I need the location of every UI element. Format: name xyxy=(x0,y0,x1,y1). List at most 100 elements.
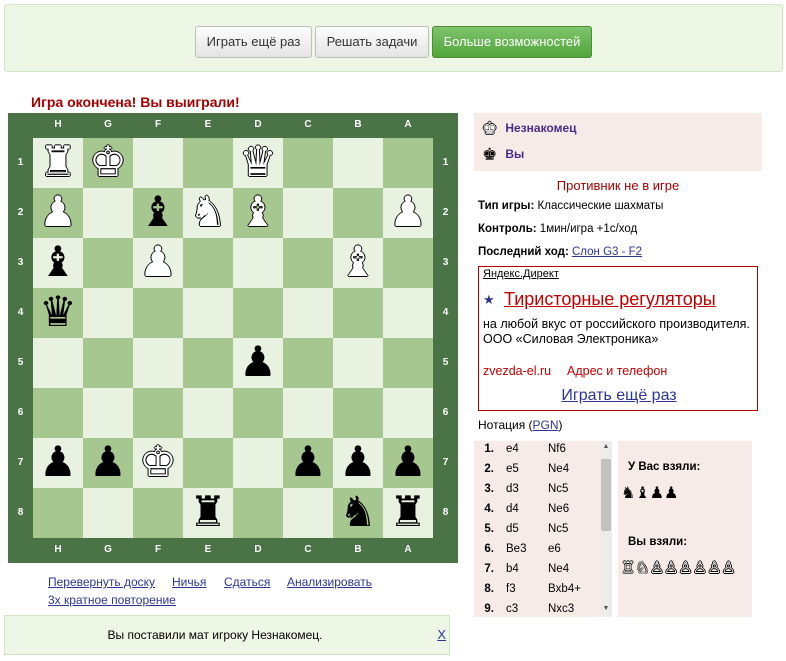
square-c6[interactable] xyxy=(283,388,333,438)
square-f2[interactable]: ♝ xyxy=(133,188,183,238)
more-options-button[interactable]: Больше возможностей xyxy=(432,26,592,58)
white-move[interactable]: f3 xyxy=(506,583,516,595)
square-e3[interactable] xyxy=(183,238,233,288)
black-move[interactable]: Nc5 xyxy=(548,483,568,495)
square-h8[interactable] xyxy=(33,488,83,538)
square-d4[interactable] xyxy=(233,288,283,338)
square-h2[interactable]: ♟ xyxy=(33,188,83,238)
white-piece[interactable]: ♜ xyxy=(33,138,83,188)
square-g6[interactable] xyxy=(83,388,133,438)
black-piece[interactable]: ♟ xyxy=(383,438,433,488)
square-f8[interactable] xyxy=(133,488,183,538)
black-piece[interactable]: ♟ xyxy=(333,438,383,488)
black-piece[interactable]: ♜ xyxy=(183,488,233,538)
black-move[interactable]: Nf6 xyxy=(548,443,566,455)
square-a4[interactable] xyxy=(383,288,433,338)
play-again-button[interactable]: Играть ещё раз xyxy=(195,26,312,58)
draw-link[interactable]: Ничья xyxy=(172,575,206,589)
move-list-scrollbar[interactable]: ▲ ▼ xyxy=(600,441,612,617)
ad-site-link[interactable]: zvezda-el.ru xyxy=(483,364,551,378)
scroll-down-icon[interactable]: ▼ xyxy=(600,605,612,612)
square-d2[interactable]: ♝ xyxy=(233,188,283,238)
ad-source-link[interactable]: Яндекс.Директ xyxy=(483,268,559,280)
square-e4[interactable] xyxy=(183,288,233,338)
white-piece[interactable]: ♝ xyxy=(233,188,283,238)
white-piece[interactable]: ♟ xyxy=(133,238,183,288)
square-f7[interactable]: ♚ xyxy=(133,438,183,488)
black-piece[interactable]: ♟ xyxy=(233,338,283,388)
white-piece[interactable]: ♚ xyxy=(133,438,183,488)
square-a1[interactable] xyxy=(383,138,433,188)
square-a7[interactable]: ♟ xyxy=(383,438,433,488)
ad-play-again-link[interactable]: Играть ещё раз xyxy=(479,387,759,405)
white-move[interactable]: d4 xyxy=(506,503,519,515)
black-piece[interactable]: ♟ xyxy=(33,438,83,488)
square-g7[interactable]: ♟ xyxy=(83,438,133,488)
square-f6[interactable] xyxy=(133,388,183,438)
white-move[interactable]: d5 xyxy=(506,523,519,535)
square-h5[interactable] xyxy=(33,338,83,388)
square-g8[interactable] xyxy=(83,488,133,538)
square-a2[interactable]: ♟ xyxy=(383,188,433,238)
white-piece[interactable]: ♝ xyxy=(333,238,383,288)
square-g2[interactable] xyxy=(83,188,133,238)
black-piece[interactable]: ♟ xyxy=(83,438,133,488)
white-piece[interactable]: ♟ xyxy=(33,188,83,238)
square-e8[interactable]: ♜ xyxy=(183,488,233,538)
square-d8[interactable] xyxy=(233,488,283,538)
chess-board[interactable]: ♜ ♚ ♛ ♟ ♝ ♞ ♝ ♟ ♝ ♟ ♝ ♛ ♟ ♟ ♟ ♚ ♟ ♟ ♟ ♜ ♞ ♜ xyxy=(33,138,433,538)
square-a8[interactable]: ♜ xyxy=(383,488,433,538)
square-c1[interactable] xyxy=(283,138,333,188)
white-piece[interactable]: ♛ xyxy=(233,138,283,188)
square-b2[interactable] xyxy=(333,188,383,238)
black-piece[interactable]: ♞ xyxy=(333,488,383,538)
square-b7[interactable]: ♟ xyxy=(333,438,383,488)
white-piece[interactable]: ♟ xyxy=(383,188,433,238)
flip-board-link[interactable]: Перевернуть доску xyxy=(48,575,155,589)
black-move[interactable]: Ne6 xyxy=(548,503,569,515)
square-f3[interactable]: ♟ xyxy=(133,238,183,288)
white-piece[interactable]: ♞ xyxy=(183,188,233,238)
square-b4[interactable] xyxy=(333,288,383,338)
white-move[interactable]: c3 xyxy=(506,603,518,615)
square-b8[interactable]: ♞ xyxy=(333,488,383,538)
square-e6[interactable] xyxy=(183,388,233,438)
black-move[interactable]: Ne4 xyxy=(548,563,569,575)
black-move[interactable]: e6 xyxy=(548,543,561,555)
square-b6[interactable] xyxy=(333,388,383,438)
scroll-thumb[interactable] xyxy=(601,459,611,531)
white-move[interactable]: e4 xyxy=(506,443,519,455)
square-a5[interactable] xyxy=(383,338,433,388)
pgn-link[interactable]: PGN xyxy=(533,418,559,432)
square-g1[interactable]: ♚ xyxy=(83,138,133,188)
square-c2[interactable] xyxy=(283,188,333,238)
square-g5[interactable] xyxy=(83,338,133,388)
solve-puzzles-button[interactable]: Решать задачи xyxy=(315,26,429,58)
square-c8[interactable] xyxy=(283,488,333,538)
square-a3[interactable] xyxy=(383,238,433,288)
square-b5[interactable] xyxy=(333,338,383,388)
black-piece[interactable]: ♛ xyxy=(33,288,83,338)
white-move[interactable]: d3 xyxy=(506,483,519,495)
square-c3[interactable] xyxy=(283,238,333,288)
square-g3[interactable] xyxy=(83,238,133,288)
white-piece[interactable]: ♚ xyxy=(83,138,133,188)
square-h1[interactable]: ♜ xyxy=(33,138,83,188)
analyze-link[interactable]: Анализировать xyxy=(287,575,372,589)
black-move[interactable]: Nxc3 xyxy=(548,603,574,615)
square-b3[interactable]: ♝ xyxy=(333,238,383,288)
white-move[interactable]: e5 xyxy=(506,463,519,475)
close-message-button[interactable]: X xyxy=(437,627,446,642)
square-c5[interactable] xyxy=(283,338,333,388)
square-c4[interactable] xyxy=(283,288,333,338)
square-f4[interactable] xyxy=(133,288,183,338)
black-piece[interactable]: ♜ xyxy=(383,488,433,538)
square-f5[interactable] xyxy=(133,338,183,388)
black-piece[interactable]: ♟ xyxy=(283,438,333,488)
square-b1[interactable] xyxy=(333,138,383,188)
square-g4[interactable] xyxy=(83,288,133,338)
square-e7[interactable] xyxy=(183,438,233,488)
square-c7[interactable]: ♟ xyxy=(283,438,333,488)
black-move[interactable]: Ne4 xyxy=(548,463,569,475)
resign-link[interactable]: Сдаться xyxy=(224,575,270,589)
